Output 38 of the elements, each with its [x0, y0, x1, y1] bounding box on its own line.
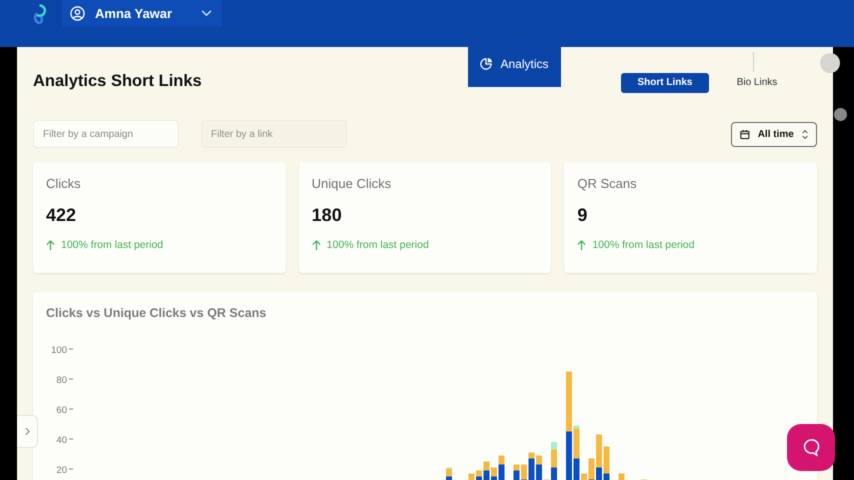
sidebar-toggle[interactable] — [17, 415, 38, 448]
y-axis-label: 60 — [56, 405, 67, 416]
y-axis-label: 20 — [56, 465, 67, 476]
page-title: Analytics Short Links — [33, 72, 202, 91]
chart-title: Clicks vs Unique Clicks vs QR Scans — [46, 306, 268, 320]
stat-value: 422 — [46, 205, 78, 226]
user-dropdown[interactable]: Amna Yawar — [62, 0, 222, 27]
stat-label: Unique Clicks — [312, 176, 392, 191]
stat-label: Clicks — [46, 176, 82, 191]
arrow-up-icon — [46, 240, 55, 250]
y-axis-label: 80 — [56, 375, 67, 386]
stat-value: 9 — [577, 205, 588, 226]
chat-button[interactable] — [787, 424, 835, 471]
user-icon — [70, 6, 85, 21]
link-type-tab[interactable]: Short Links — [621, 72, 709, 92]
logo-icon — [31, 3, 48, 25]
chat-bubble-icon — [802, 438, 820, 457]
y-axis-label: 40 — [56, 435, 67, 446]
y-axis-label: 100 — [51, 345, 67, 356]
chevron-right-icon — [24, 427, 30, 436]
period-select[interactable]: All time — [731, 122, 817, 146]
change-text: 100% from last period — [592, 239, 694, 251]
scroll-thumb[interactable] — [834, 108, 847, 121]
chevron-down-icon — [201, 10, 212, 17]
change-text: 100% from last period — [326, 239, 429, 251]
calendar-icon — [740, 128, 750, 140]
bar — [618, 474, 624, 480]
avatar[interactable] — [820, 53, 840, 73]
bar — [468, 474, 474, 480]
link-type-tab[interactable]: Bio Links — [713, 72, 801, 92]
pie-chart-icon — [480, 58, 492, 70]
filter-field[interactable]: Filter by a campaign — [33, 120, 179, 148]
stat-value: 180 — [312, 205, 343, 226]
change-text: 100% from last period — [61, 239, 164, 251]
sort-arrows-icon — [802, 128, 808, 140]
arrow-up-icon — [577, 240, 586, 250]
arrow-up-icon — [312, 240, 321, 250]
stat-label: QR Scans — [577, 176, 638, 191]
